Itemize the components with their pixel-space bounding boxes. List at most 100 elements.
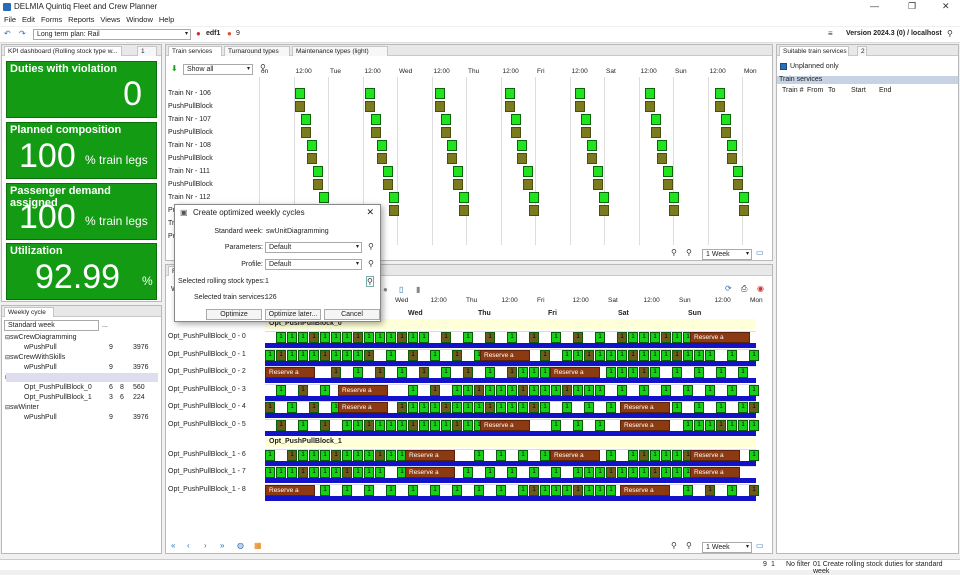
- duty-cell[interactable]: 1: [551, 385, 561, 396]
- duty-cell[interactable]: 1: [397, 332, 407, 343]
- train-block[interactable]: [721, 114, 731, 125]
- duty-cell[interactable]: 1: [375, 467, 385, 478]
- train-block[interactable]: [435, 88, 445, 99]
- train-block[interactable]: [645, 88, 655, 99]
- duty-cell[interactable]: 1: [694, 350, 704, 361]
- duty-cell[interactable]: 1: [661, 450, 671, 461]
- reserve-block[interactable]: Reserve a: [620, 402, 670, 413]
- profile-select[interactable]: Default ▾: [265, 259, 362, 270]
- rst-search-icon[interactable]: ⚲: [366, 276, 374, 287]
- duty-cell[interactable]: 1: [551, 485, 561, 496]
- duty-cell[interactable]: 1: [617, 385, 627, 396]
- duty-cell[interactable]: 1: [419, 367, 429, 378]
- list-icon[interactable]: ≡: [828, 29, 833, 38]
- duty-cell[interactable]: 1: [628, 450, 638, 461]
- train-block[interactable]: [505, 88, 515, 99]
- tab-maintenance-types[interactable]: Maintenance types (light): [292, 46, 388, 56]
- tree-row-label[interactable]: swWinter: [10, 404, 39, 411]
- duty-cell[interactable]: 1: [474, 485, 484, 496]
- duty-cell[interactable]: 1: [595, 385, 605, 396]
- duty-cell[interactable]: 1: [375, 420, 385, 431]
- duty-cell[interactable]: 1: [617, 350, 627, 361]
- pushpull-block[interactable]: [651, 127, 661, 138]
- duty-cell[interactable]: 1: [298, 420, 308, 431]
- duty-cell[interactable]: 1: [276, 467, 286, 478]
- duty-cell[interactable]: 1: [507, 367, 517, 378]
- more-button[interactable]: ...: [102, 322, 108, 329]
- duty-cell[interactable]: 1: [485, 367, 495, 378]
- params-select[interactable]: Default ▾: [265, 242, 362, 253]
- stop-icon[interactable]: ▮: [416, 285, 420, 294]
- col-to[interactable]: To: [828, 87, 835, 94]
- duty-cell[interactable]: 1: [716, 402, 726, 413]
- duty-cell[interactable]: 1: [617, 467, 627, 478]
- duty-cell[interactable]: 1: [397, 402, 407, 413]
- pushpull-block[interactable]: [733, 179, 743, 190]
- tree-row-label[interactable]: wPushPull: [24, 414, 57, 421]
- duty-cell[interactable]: 1: [595, 467, 605, 478]
- duty-cell[interactable]: 1: [661, 385, 671, 396]
- reserve-block[interactable]: Reserve a: [480, 350, 530, 361]
- duty-cell[interactable]: 1: [738, 402, 748, 413]
- train-block[interactable]: [301, 114, 311, 125]
- duty-cell[interactable]: 1: [595, 420, 605, 431]
- duty-cell[interactable]: 1: [320, 467, 330, 478]
- fit-bottom-icon[interactable]: ▭: [756, 541, 764, 550]
- menu-reports[interactable]: Reports: [68, 15, 94, 24]
- duty-cell[interactable]: 1: [672, 450, 682, 461]
- duty-cell[interactable]: 1: [452, 385, 462, 396]
- duty-cell[interactable]: 1: [342, 467, 352, 478]
- pushpull-block[interactable]: [529, 205, 539, 216]
- duty-cell[interactable]: 1: [463, 367, 473, 378]
- duty-cell[interactable]: 1: [408, 402, 418, 413]
- duty-cell[interactable]: 1: [353, 420, 363, 431]
- zoom-out-icon[interactable]: ⚲: [671, 248, 677, 257]
- train-block[interactable]: [581, 114, 591, 125]
- duty-cell[interactable]: 1: [496, 385, 506, 396]
- duty-cell[interactable]: 1: [639, 467, 649, 478]
- duty-cell[interactable]: 1: [716, 420, 726, 431]
- duty-cell[interactable]: 1: [298, 350, 308, 361]
- duty-cell[interactable]: 1: [408, 420, 418, 431]
- next-icon[interactable]: ›: [204, 541, 207, 550]
- pushpull-block[interactable]: [301, 127, 311, 138]
- duty-cell[interactable]: 1: [584, 485, 594, 496]
- duty-cell[interactable]: 1: [628, 350, 638, 361]
- duty-cell[interactable]: 1: [485, 467, 495, 478]
- duty-cell[interactable]: 1: [353, 467, 363, 478]
- duty-cell[interactable]: 1: [529, 332, 539, 343]
- globe-icon[interactable]: ◍: [237, 541, 244, 550]
- minimize-icon[interactable]: —: [870, 1, 879, 11]
- duty-cell[interactable]: 1: [650, 450, 660, 461]
- pushpull-block[interactable]: [307, 153, 317, 164]
- duty-cell[interactable]: 1: [562, 385, 572, 396]
- duty-cell[interactable]: 1: [584, 385, 594, 396]
- train-block[interactable]: [307, 140, 317, 151]
- duty-cell[interactable]: 1: [507, 385, 517, 396]
- download-icon[interactable]: ⬇: [171, 64, 178, 73]
- duty-cell[interactable]: 1: [441, 420, 451, 431]
- pushpull-block[interactable]: [365, 101, 375, 112]
- duty-cell[interactable]: 1: [441, 332, 451, 343]
- duty-cell[interactable]: 1: [430, 350, 440, 361]
- train-block[interactable]: [295, 88, 305, 99]
- train-block[interactable]: [319, 192, 329, 203]
- train-block[interactable]: [511, 114, 521, 125]
- duty-cell[interactable]: 1: [408, 350, 418, 361]
- pushpull-block[interactable]: [371, 127, 381, 138]
- tree-row-label[interactable]: swCrewWithSkills: [10, 354, 65, 361]
- pushpull-block[interactable]: [645, 101, 655, 112]
- duty-cell[interactable]: 1: [529, 385, 539, 396]
- duty-cell[interactable]: 1: [518, 450, 528, 461]
- pushpull-block[interactable]: [441, 127, 451, 138]
- close-icon[interactable]: ✕: [942, 1, 950, 12]
- duty-cell[interactable]: 1: [496, 450, 506, 461]
- duty-cell[interactable]: 1: [727, 420, 737, 431]
- redo-icon[interactable]: ↷: [19, 29, 26, 38]
- duty-cell[interactable]: 1: [573, 385, 583, 396]
- duty-cell[interactable]: 1: [672, 350, 682, 361]
- duty-cell[interactable]: 1: [309, 467, 319, 478]
- duty-cell[interactable]: 1: [298, 467, 308, 478]
- bottom-range-select[interactable]: 1 Week ▾: [702, 542, 752, 553]
- duty-cell[interactable]: 1: [331, 367, 341, 378]
